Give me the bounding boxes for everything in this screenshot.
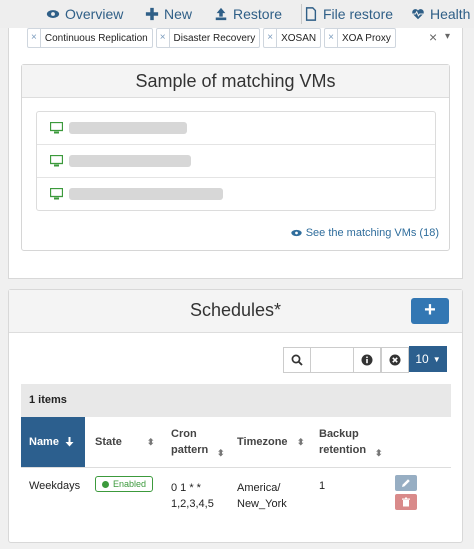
delete-button[interactable] — [395, 494, 417, 510]
nav-divider — [301, 4, 302, 24]
status-badge[interactable]: Enabled — [95, 476, 154, 492]
cell-retention: 1 — [319, 480, 326, 492]
status-label: Enabled — [113, 479, 147, 489]
nav-health[interactable]: Health — [411, 0, 470, 28]
clear-filter-button[interactable] — [381, 347, 409, 373]
tag-remove-button[interactable]: × — [28, 29, 41, 47]
desktop-icon — [50, 122, 63, 134]
see-matching-vms-label: See the matching VMs (18) — [305, 227, 439, 239]
tag-chip: × Disaster Recovery — [155, 28, 261, 48]
file-icon — [305, 7, 317, 21]
filter-input[interactable] — [311, 347, 353, 373]
search-icon — [291, 354, 303, 366]
column-timezone-label: Timezone — [237, 436, 288, 448]
column-retention-label: Backup retention — [319, 428, 367, 456]
cell-state: Enabled — [85, 468, 161, 530]
trash-icon — [402, 497, 410, 507]
schedules-panel: Schedules* + 10 ▼ 1 items Name State ⬍ C… — [8, 289, 463, 543]
search-button[interactable] — [283, 347, 311, 373]
nav-file-restore-label: File restore — [323, 6, 394, 22]
add-schedule-button[interactable]: + — [411, 298, 449, 324]
column-state-label: State — [95, 436, 122, 448]
dropdown-caret-icon[interactable]: ▾ — [445, 31, 450, 42]
nav-overview[interactable]: Overview — [46, 0, 123, 28]
cell-cron: 0 1 * * 1,2,3,4,5 — [171, 482, 214, 510]
column-header-state[interactable]: State ⬍ — [85, 417, 161, 467]
sort-icon: ⬍ — [375, 448, 383, 458]
sort-descending-icon — [65, 437, 74, 447]
upload-icon — [215, 7, 227, 21]
nav-restore-label: Restore — [233, 6, 283, 22]
tag-selector[interactable]: × Continuous Replication × Disaster Reco… — [27, 28, 457, 48]
desktop-icon — [50, 155, 63, 167]
see-matching-vms-link[interactable]: See the matching VMs (18) — [291, 227, 439, 239]
tag-label: XOA Proxy — [341, 32, 391, 44]
heartbeat-icon — [412, 9, 424, 20]
sort-icon: ⬍ — [297, 436, 305, 447]
column-cron-label: Cron pattern — [171, 428, 209, 456]
top-nav: Overview New Restore File restore Health — [0, 0, 474, 28]
items-count: 1 items — [21, 384, 451, 417]
redacted-vm-name — [69, 122, 187, 134]
table-header: Name State ⬍ Cron pattern ⬍ Timezone ⬍ B… — [21, 417, 451, 468]
tag-label: Continuous Replication — [44, 32, 148, 44]
nav-file-restore[interactable]: File restore — [304, 0, 393, 28]
schedules-header: Schedules* + — [9, 290, 462, 333]
chevron-down-icon: ▼ — [432, 354, 441, 364]
desktop-icon — [50, 188, 63, 200]
tag-remove-button[interactable]: × — [325, 29, 338, 47]
tag-remove-button[interactable]: × — [157, 29, 170, 47]
vm-sample-title: Sample of matching VMs — [22, 65, 449, 98]
table-filter-bar: 10 ▼ — [283, 346, 447, 373]
vm-list — [36, 111, 436, 211]
column-name-label: Name — [29, 436, 59, 448]
row-actions — [395, 475, 417, 510]
tag-remove-button[interactable]: × — [264, 29, 278, 47]
list-item[interactable] — [37, 178, 435, 210]
info-icon — [361, 354, 373, 366]
clear-circle-icon — [389, 354, 401, 366]
pencil-icon — [402, 479, 410, 487]
eye-icon — [291, 229, 302, 237]
sort-icon: ⬍ — [147, 436, 155, 447]
tag-chip: × XOSAN — [263, 28, 322, 48]
column-header-cron[interactable]: Cron pattern ⬍ — [161, 417, 227, 467]
tag-chip: × XOA Proxy — [324, 28, 396, 48]
list-item[interactable] — [37, 112, 435, 145]
schedules-title: Schedules* — [189, 300, 282, 320]
list-item[interactable] — [37, 145, 435, 178]
schedules-table: 1 items Name State ⬍ Cron pattern ⬍ Time… — [21, 384, 451, 530]
table-row: Weekdays Enabled 0 1 * * 1,2,3,4,5 Ameri… — [21, 468, 451, 530]
redacted-vm-name — [69, 188, 223, 200]
column-header-retention[interactable]: Backup retention ⬍ — [309, 417, 389, 467]
smart-mode-panel: × Continuous Replication × Disaster Reco… — [8, 28, 463, 279]
vm-sample-card: Sample of matching VMs See the matching … — [21, 64, 450, 251]
page-size-value: 10 — [415, 352, 429, 366]
plus-icon — [145, 7, 159, 21]
column-header-timezone[interactable]: Timezone ⬍ — [227, 417, 309, 467]
nav-new-label: New — [164, 6, 193, 22]
redacted-vm-name — [69, 155, 191, 167]
page-size-select[interactable]: 10 ▼ — [409, 346, 447, 372]
filter-info-button[interactable] — [353, 347, 381, 373]
nav-restore[interactable]: Restore — [214, 0, 282, 28]
eye-icon — [46, 10, 60, 18]
column-header-name[interactable]: Name — [21, 417, 85, 467]
status-dot-icon — [102, 480, 109, 488]
tag-label: XOSAN — [281, 32, 317, 44]
clear-tags-button[interactable]: × — [429, 29, 437, 45]
nav-health-label: Health — [430, 6, 471, 22]
cell-name: Weekdays — [29, 480, 81, 492]
cell-timezone: America/ New_York — [237, 482, 287, 510]
edit-button[interactable] — [395, 475, 417, 491]
nav-new[interactable]: New — [145, 0, 192, 28]
sort-icon: ⬍ — [217, 448, 225, 458]
nav-overview-label: Overview — [65, 6, 124, 22]
tag-chip: × Continuous Replication — [27, 28, 153, 48]
tag-label: Disaster Recovery — [173, 32, 256, 44]
